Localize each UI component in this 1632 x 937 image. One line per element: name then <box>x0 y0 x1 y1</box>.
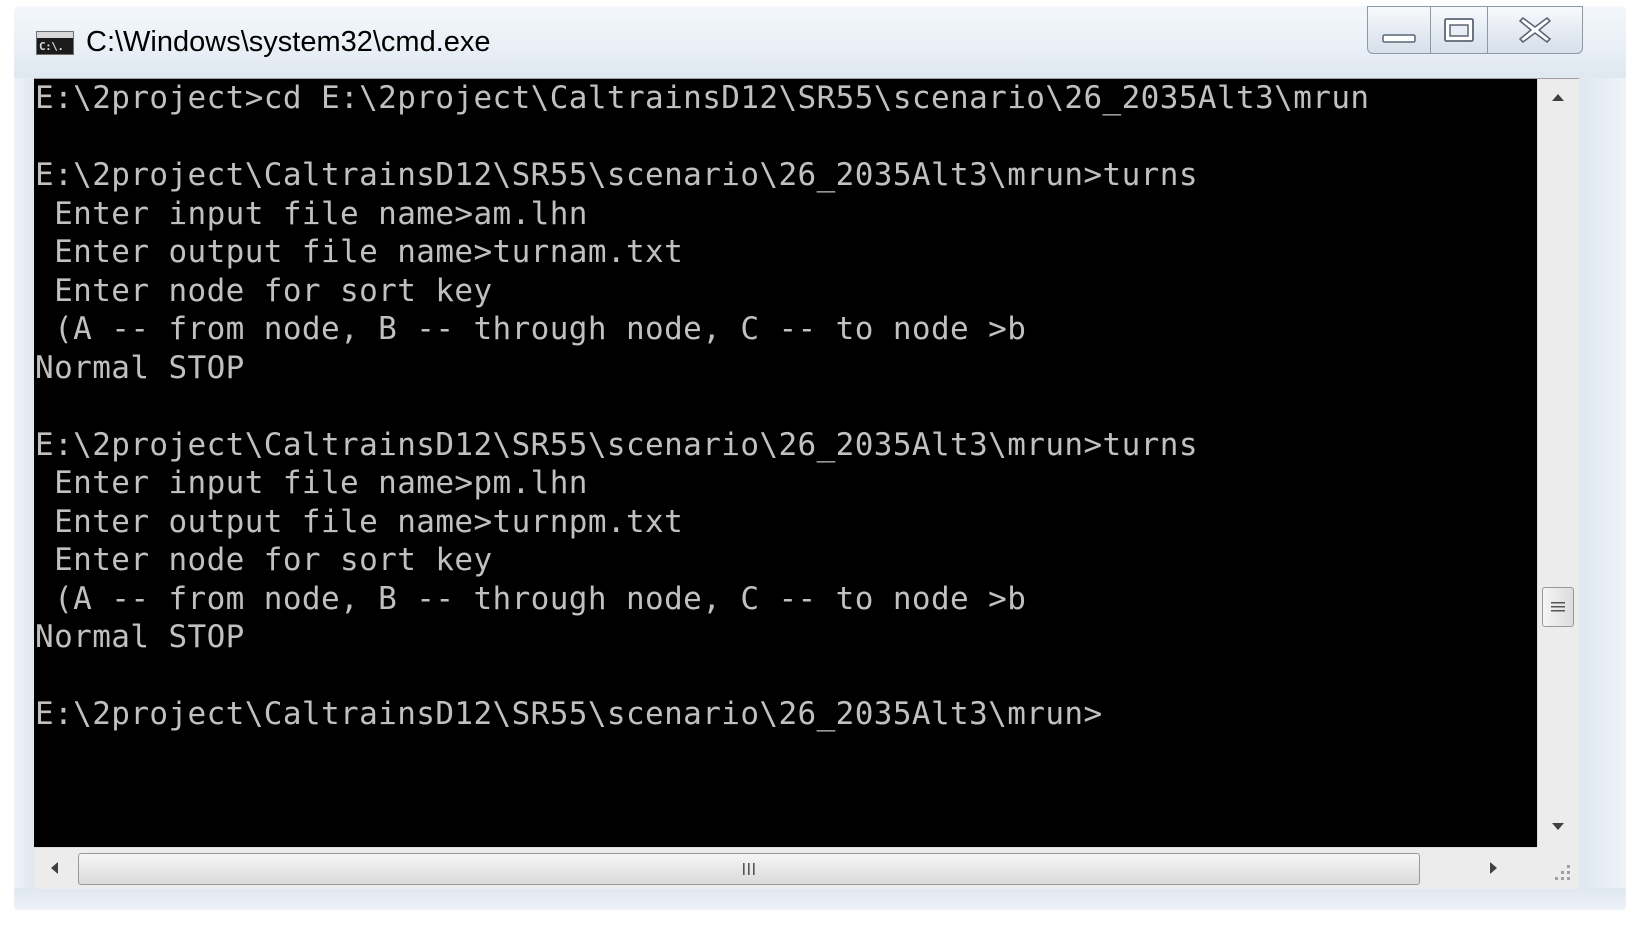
console-line: Enter input file name>am.lhn <box>35 195 588 232</box>
console-line: (A -- from node, B -- through node, C --… <box>35 311 1027 347</box>
console-line: Enter node for sort key <box>35 542 493 578</box>
scroll-right-button[interactable] <box>1474 850 1514 886</box>
console-output[interactable]: E:\2project>cd E:\2project\CaltrainsD12\… <box>34 79 1537 847</box>
scroll-up-arrow-icon <box>1552 94 1564 101</box>
console-line: E:\2project\CaltrainsD12\SR55\scenario\2… <box>35 696 1103 732</box>
cmd-icon-text: C:\. <box>39 40 64 53</box>
grip-icon <box>1551 602 1565 612</box>
cmd-window: C:\. C:\Windows\system32\cmd.exe E:\2pro… <box>0 0 1632 937</box>
console-line: Enter output file name>turnam.txt <box>35 234 684 270</box>
window-frame-left <box>14 78 34 888</box>
maximize-button[interactable] <box>1430 6 1488 54</box>
console-pane: E:\2project>cd E:\2project\CaltrainsD12\… <box>34 78 1579 889</box>
scroll-left-arrow-icon <box>51 862 58 874</box>
close-button[interactable] <box>1487 6 1583 54</box>
vertical-scrollbar[interactable] <box>1537 79 1579 847</box>
scroll-down-arrow-icon <box>1552 823 1564 830</box>
console-line: Normal STOP <box>35 619 245 655</box>
size-grip[interactable] <box>1537 847 1579 889</box>
scroll-right-arrow-icon <box>1490 862 1497 874</box>
grip-icon <box>743 863 755 875</box>
console-line: E:\2project\CaltrainsD12\SR55\scenario\2… <box>35 157 1198 193</box>
console-line: Normal STOP <box>35 349 245 386</box>
console-line: Enter node for sort key <box>35 272 493 309</box>
caption-buttons <box>1367 6 1623 54</box>
console-line: Enter input file name>pm.lhn <box>35 465 588 501</box>
scroll-down-button[interactable] <box>1538 809 1578 845</box>
window-frame-bottom <box>14 888 1626 910</box>
minimize-button[interactable] <box>1367 6 1431 54</box>
vertical-scroll-thumb[interactable] <box>1542 587 1574 627</box>
console-line: (A -- from node, B -- through node, C --… <box>35 580 1027 617</box>
size-grip-icon <box>1555 865 1570 880</box>
horizontal-scrollbar[interactable] <box>34 847 1537 889</box>
console-line: Enter output file name>turnpm.txt <box>35 503 684 540</box>
window-title: C:\Windows\system32\cmd.exe <box>86 26 491 58</box>
console-line: E:\2project\CaltrainsD12\SR55\scenario\2… <box>35 426 1198 463</box>
scroll-up-button[interactable] <box>1538 79 1578 115</box>
close-icon <box>1519 17 1551 43</box>
console-area: E:\2project>cd E:\2project\CaltrainsD12\… <box>34 79 1579 847</box>
console-line: E:\2project>cd E:\2project\CaltrainsD12\… <box>35 80 1370 116</box>
scroll-left-button[interactable] <box>34 850 74 886</box>
maximize-icon <box>1444 18 1474 42</box>
horizontal-scroll-thumb[interactable] <box>78 853 1420 885</box>
minimize-icon <box>1382 34 1416 43</box>
window-frame-right <box>1579 78 1626 888</box>
cmd-icon[interactable]: C:\. <box>36 31 74 55</box>
